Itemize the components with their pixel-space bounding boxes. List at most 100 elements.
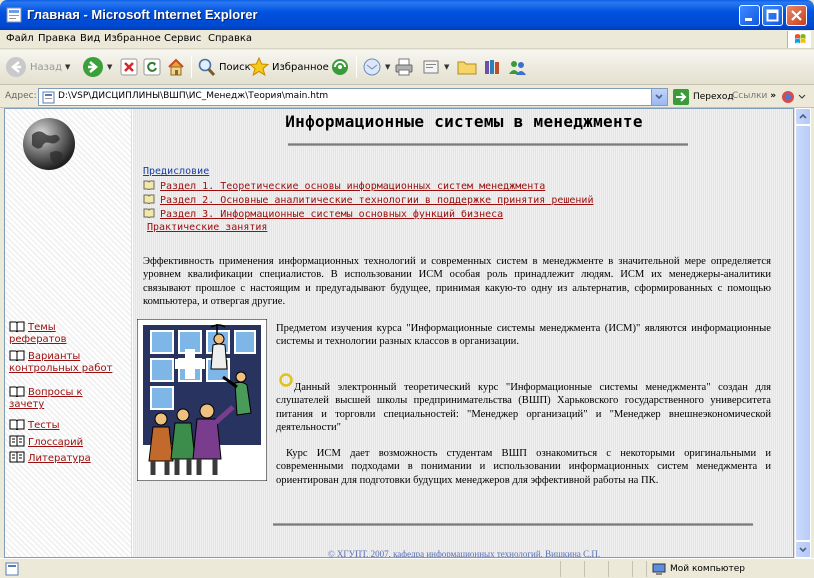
mail-icon [363, 58, 381, 76]
address-input[interactable]: D:\VSP\ДИСЦИПЛИНЫ\ВШП\ИС_Менедж\Теория\m… [38, 88, 668, 106]
books-icon [485, 60, 499, 74]
main-content: Информационные системы в менеджменте Пре… [133, 109, 793, 558]
nav-item-control-works[interactable]: Варианты контрольных работ [9, 349, 131, 375]
book-open-icon [9, 321, 25, 332]
forward-dropdown-icon[interactable]: ▼ [107, 63, 112, 71]
address-url: D:\VSP\ДИСЦИПЛИНЫ\ВШП\ИС_Менедж\Теория\m… [58, 91, 329, 101]
refresh-button[interactable] [143, 54, 161, 80]
back-button[interactable]: Назад ▼ [5, 54, 70, 80]
scroll-up-button[interactable] [795, 108, 811, 125]
home-button[interactable] [166, 54, 186, 80]
windows-logo-icon [787, 31, 811, 48]
close-icon [791, 10, 802, 21]
mail-button[interactable]: ▼ [362, 54, 390, 80]
book-open-icon [9, 419, 25, 430]
forward-button[interactable]: ▼ [82, 54, 112, 80]
folder-icon [457, 61, 477, 75]
address-label: Адрес: [5, 91, 37, 101]
status-bar: Мой компьютер [0, 558, 814, 578]
nav-item-essay-topics[interactable]: Темы рефератов [9, 320, 131, 346]
book-icon [143, 180, 155, 190]
go-button[interactable]: Переход [672, 88, 734, 106]
menu-favorites[interactable]: Избранное [104, 33, 161, 44]
chevron-up-icon [799, 113, 807, 119]
course-subject-paragraph: Предметом изучения курса "Информационные… [276, 323, 771, 348]
favorites-button[interactable]: Избранное [249, 54, 329, 80]
home-icon [168, 58, 184, 76]
forward-arrow-icon [83, 57, 103, 77]
close-button[interactable] [786, 5, 807, 26]
title-bar[interactable]: Главная - Microsoft Internet Explorer [0, 0, 814, 30]
course-description-paragraph: Данный электронный теоретический курс "И… [276, 382, 771, 433]
back-arrow-icon [6, 57, 26, 77]
back-dropdown-icon[interactable]: ▼ [65, 63, 70, 71]
book-closed-icon [9, 451, 25, 463]
toc-section-1-link[interactable]: Раздел 1. Теоретические основы информаци… [143, 180, 545, 192]
media-button[interactable] [330, 54, 350, 80]
team-illustration [137, 319, 267, 481]
scroll-down-button[interactable] [795, 541, 811, 558]
links-button[interactable]: Ссылки » [732, 91, 776, 101]
nav-item-tests[interactable]: Тесты [9, 418, 131, 432]
toc-practice-link[interactable]: Практические занятия [147, 222, 267, 233]
print-button[interactable] [394, 54, 414, 80]
toc-section-2-link[interactable]: Раздел 2. Основные аналитические техноло… [143, 194, 593, 206]
toolbar: Назад ▼ ▼ Поиск Избранное ▼ ▼ [0, 50, 814, 85]
globe-icon [23, 118, 75, 170]
nav-item-exam-questions[interactable]: Вопросы к зачету [9, 385, 131, 411]
go-arrow-icon [673, 89, 689, 105]
page-icon [42, 91, 55, 104]
toc-preface-link[interactable]: Предисловие [143, 166, 209, 177]
copyright-footer: © ХГУПТ, 2007, кафедра информационных те… [327, 549, 601, 558]
research-button[interactable] [482, 54, 502, 80]
scroll-thumb[interactable] [795, 125, 811, 541]
menu-tools[interactable]: Сервис [164, 33, 201, 44]
stop-button[interactable] [120, 54, 138, 80]
toolbar-addon-icon[interactable] [780, 89, 808, 105]
stop-icon [120, 58, 138, 76]
course-goals-paragraph: Курс ИСМ дает возможность студентам ВШП … [276, 448, 771, 486]
printer-icon [395, 58, 413, 76]
book-open-icon [9, 350, 25, 361]
chevron-down-icon [799, 547, 807, 553]
computer-icon [652, 563, 666, 575]
address-dropdown-button[interactable] [651, 89, 667, 105]
book-icon [143, 208, 155, 218]
media-icon [332, 59, 348, 75]
menu-edit[interactable]: Правка [38, 33, 76, 44]
refresh-icon [143, 58, 161, 76]
chevron-down-icon [655, 94, 663, 100]
search-icon [198, 58, 216, 77]
minimize-button[interactable] [739, 5, 760, 26]
ie-page-icon [6, 7, 22, 23]
book-open-icon [9, 386, 25, 397]
minimize-icon [745, 18, 752, 21]
menu-help[interactable]: Справка [208, 33, 252, 44]
vertical-scrollbar[interactable] [794, 108, 811, 558]
intro-paragraph: Эффективность применения информационных … [143, 256, 771, 307]
address-bar: Адрес: D:\VSP\ДИСЦИПЛИНЫ\ВШП\ИС_Менедж\Т… [0, 86, 814, 108]
edit-page-icon [423, 60, 439, 74]
mail-dropdown-icon[interactable]: ▼ [385, 63, 390, 71]
toc-section-3-link[interactable]: Раздел 3. Информационные системы основны… [143, 208, 503, 220]
menu-view[interactable]: Вид [80, 33, 100, 44]
page-done-icon [5, 562, 19, 576]
left-navigation: Темы рефератов Варианты контрольных работ … [5, 109, 132, 557]
nav-item-literature[interactable]: Литература [9, 451, 131, 465]
menu-file[interactable]: Файл [6, 33, 34, 44]
security-zone: Мой компьютер [652, 563, 745, 575]
book-closed-icon [9, 435, 25, 447]
search-button[interactable]: Поиск [196, 54, 251, 80]
window-title: Главная - Microsoft Internet Explorer [27, 7, 258, 22]
footer-divider [273, 523, 753, 526]
messenger-button[interactable] [506, 54, 528, 80]
folder-button[interactable] [456, 54, 478, 80]
maximize-icon [766, 9, 779, 22]
menu-bar: Файл Правка Вид Избранное Сервис Справка [0, 30, 814, 49]
messenger-icon [509, 61, 526, 75]
edit-button[interactable]: ▼ [421, 54, 449, 80]
edit-dropdown-icon[interactable]: ▼ [444, 63, 449, 71]
nav-item-glossary[interactable]: Глоссарий [9, 435, 131, 449]
browser-content: Темы рефератов Варианты контрольных работ … [4, 108, 794, 558]
maximize-button[interactable] [762, 5, 783, 26]
